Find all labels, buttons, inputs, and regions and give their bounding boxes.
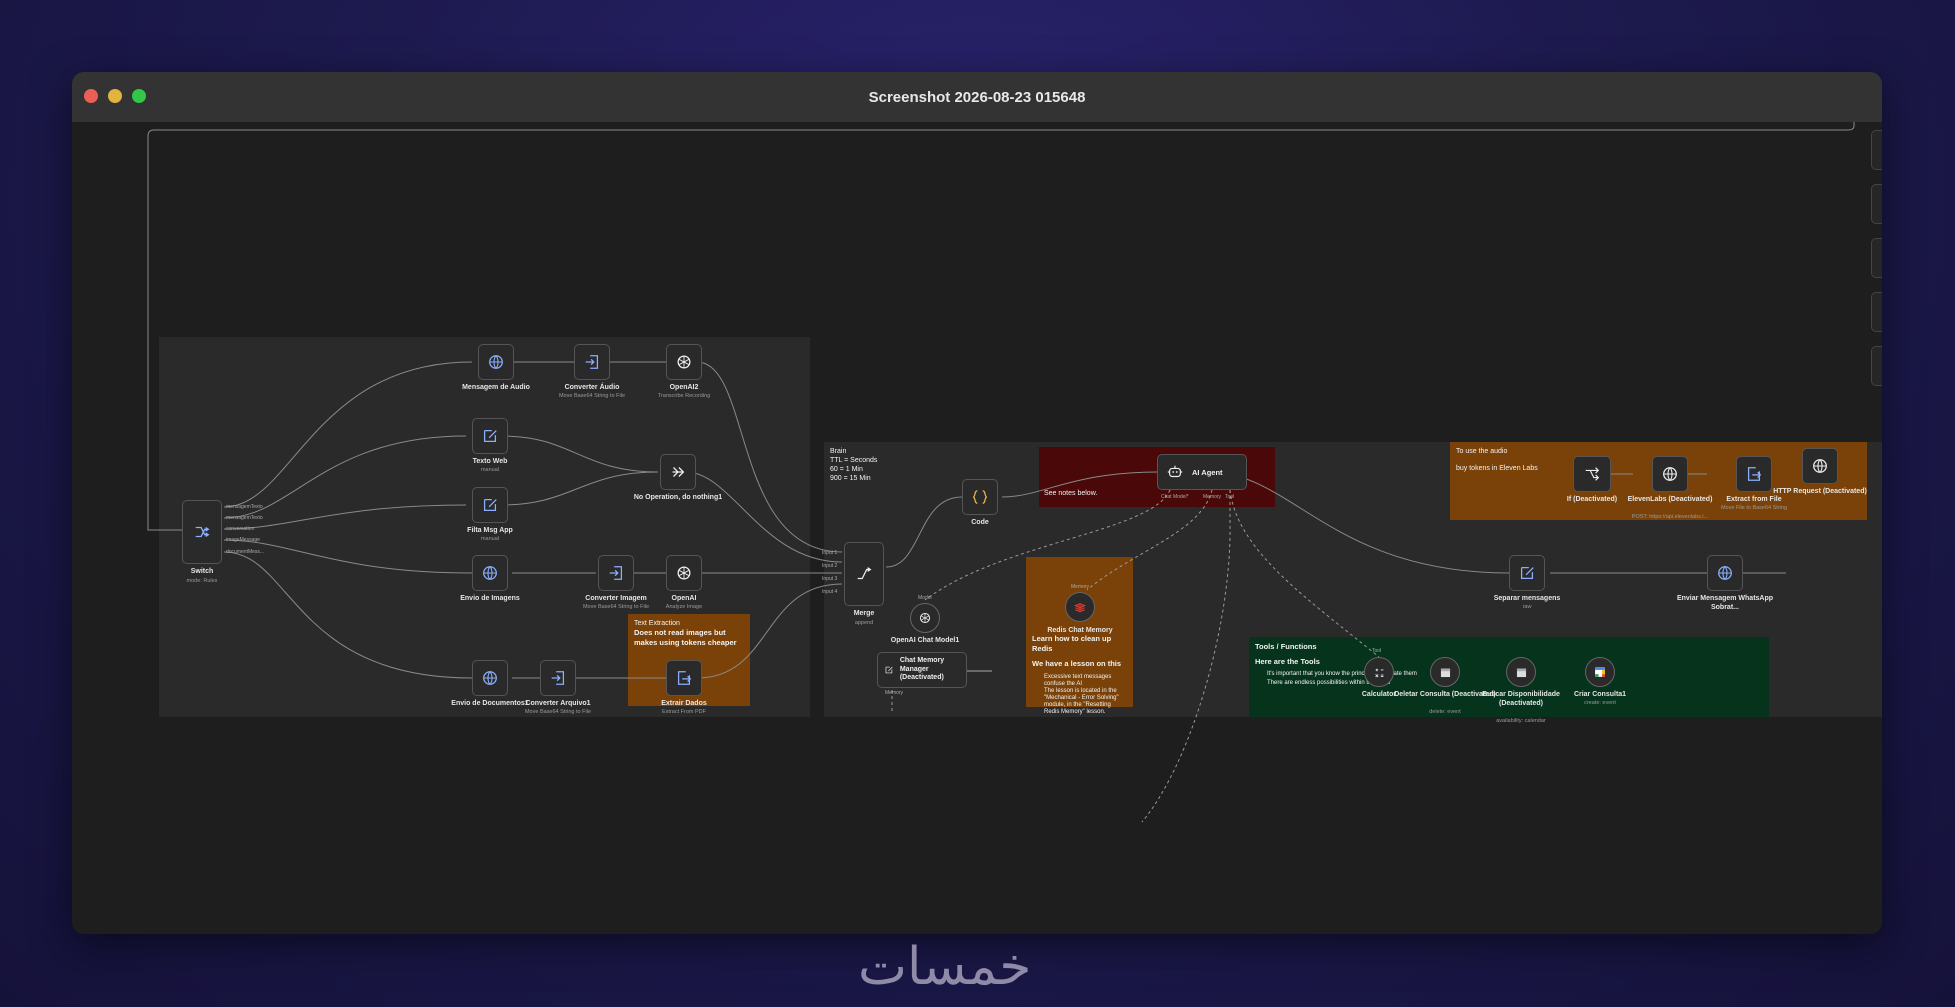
file-convert-icon [609,566,623,580]
buscar-disponibilidade-sub: availability: calendar [1496,718,1546,724]
maximize-button[interactable] [132,89,146,103]
workflow-canvas[interactable]: Brain TTL = Seconds 60 = 1 Min 900 = 15 … [72,122,1882,934]
filta-msg-label: Filta Msg App [467,527,513,534]
filta-msg-sub: manual [480,536,500,542]
chat-memory-manager-label: Chat Memory Manager (Deactivated) [899,657,945,682]
merge-input-1: Input 1 [822,550,838,556]
http-request-label: HTTP Request (Deactivated) [1773,488,1867,495]
merge-label: Merge [853,610,875,617]
extract-from-file-sub: Move File to Base64 String [1720,505,1788,511]
separar-mensagens-label: Separar mensagens [1493,595,1561,602]
ai-agent-label: AI Agent [1192,467,1223,477]
switch-output-2: mensagemTexto [226,515,263,521]
calculator-port: Tool [1372,648,1382,654]
calendar-icon [1516,668,1526,677]
extrair-dados-label: Extrair Dados [661,700,707,707]
edit-icon [483,429,497,443]
openai2-sub: Transcribe Recording [657,393,711,399]
redis-icon [1074,603,1086,613]
arrow-right-icon [672,467,685,477]
deletar-consulta-sub: delete: event [1429,709,1461,715]
texto-web-sub: manual [480,467,500,473]
branch-icon [1585,467,1600,481]
code-braces-icon [972,490,988,504]
side-panel-button-3[interactable] [1871,238,1882,278]
globe-icon [483,566,497,580]
app-window: Screenshot 2026-08-23 015648 Brain TTL =… [72,72,1882,934]
switch-output-4: imageMessage [226,537,260,543]
side-panel-button-2[interactable] [1871,184,1882,224]
enviar-mensagem-label: Enviar Mensagem WhatsApp Sobrat... [1676,595,1774,611]
google-calendar-icon [1595,667,1605,677]
globe-icon [489,355,503,369]
redis-memory-port: Memory [1071,584,1090,590]
side-panel-button-5[interactable] [1871,346,1882,386]
no-operation-label: No Operation, do nothing1 [633,494,723,501]
redis-chat-memory-label: Redis Chat Memory [1047,627,1113,634]
traffic-lights [84,89,146,103]
merge-input-2: Input 2 [822,563,838,569]
separar-mensagens-sub: raw [1522,604,1532,610]
globe-icon [1718,566,1732,580]
file-convert-icon [551,671,565,685]
file-convert-icon [585,355,599,369]
extrair-dados-sub: Extract From PDF [661,709,706,715]
switch-output-1: mensagemTexto [226,504,263,510]
envio-imagens-label: Envio de Imagens [460,595,520,602]
side-panel-button-1[interactable] [1871,130,1882,170]
file-export-icon [677,671,692,685]
merge-icon [857,567,872,580]
openai-chat-model-label: OpenAI Chat Model1 [890,637,960,644]
memory-edit-icon [885,666,893,674]
openai-label: OpenAI [671,595,697,602]
texto-web-label: Texto Web [472,458,508,465]
openai2-label: OpenAI2 [669,384,699,391]
converter-arquivo-label: Converter Arquivo1 [525,700,591,707]
connections-layer [147,122,1855,823]
globe-icon [483,671,497,685]
ai-agent-port-chat-model: Chat Model* [1161,494,1189,500]
merge-input-4: Input 4 [822,589,838,595]
window-title: Screenshot 2026-08-23 015648 [868,88,1086,106]
openai-sub: Analyze Image [665,604,703,610]
switch-icon [195,526,210,538]
watermark-logo: خمسات [858,937,1032,997]
openai-icon [919,612,931,624]
edit-icon [483,498,497,512]
close-button[interactable] [84,89,98,103]
openai-icon [677,355,691,369]
chat-model-port: Model [918,595,932,601]
extract-from-file-label: Extract from File [1726,496,1782,503]
openai-icon [677,566,691,580]
criar-consulta-sub: create: event [1584,700,1616,706]
switch-output-3: conversation [226,526,255,532]
title-bar: Screenshot 2026-08-23 015648 [72,72,1882,122]
side-panel-button-4[interactable] [1871,292,1882,332]
edit-icon [1520,566,1534,580]
robot-icon [1167,465,1183,478]
globe-icon [1813,459,1827,473]
merge-sub: append [854,620,874,626]
minimize-button[interactable] [108,89,122,103]
code-label: Code [971,519,989,526]
converter-arquivo-sub: Move Base64 String to File [524,709,592,715]
calculator-icon [1374,668,1383,677]
switch-output-5: documentMess... [226,549,265,555]
calendar-icon [1440,668,1450,677]
switch-label: Switch [190,568,214,575]
merge-input-3: Input 3 [822,576,838,582]
ai-agent-port-memory: Memory [1203,494,1222,500]
ai-agent-port-tool: Tool [1225,494,1235,500]
globe-icon [1663,467,1677,481]
file-export-icon [1747,467,1762,481]
elevenlabs-sub: POST: https://api.elevenlabs.i... [1631,514,1709,520]
criar-consulta-label: Criar Consulta1 [1573,691,1627,698]
chat-memory-manager-port: Memory [885,690,904,696]
switch-sub: mode: Rules [186,578,218,584]
